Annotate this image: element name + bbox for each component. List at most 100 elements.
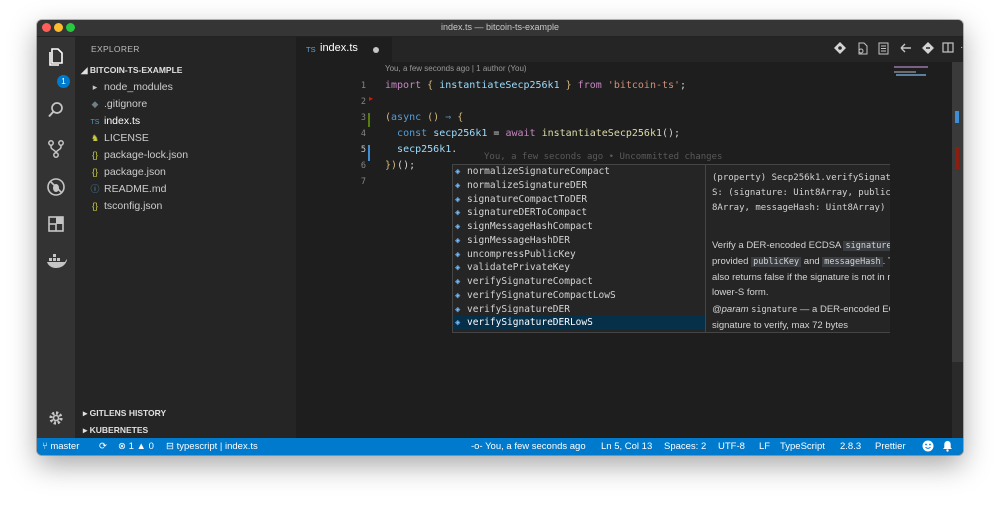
added-line-marker: [368, 113, 370, 127]
inline-blame: You, a few seconds ago • Uncommitted cha…: [484, 152, 722, 162]
status-bar: ⑂ master ⟳ ⊗ 1 ▲ 0 ⊟ typescript | index.…: [37, 438, 963, 455]
settings-icon[interactable]: [46, 409, 66, 429]
go-back-icon[interactable]: [900, 42, 912, 57]
tree-item-gitignore[interactable]: ◆.gitignore: [89, 96, 147, 113]
problems-indicator[interactable]: ⊗ 1 ▲ 0: [118, 441, 154, 452]
unsaved-dot-icon[interactable]: [373, 47, 379, 53]
editor-window: index.ts — bitcoin-ts-example 1 EXPLORER…: [37, 20, 963, 455]
debug-icon[interactable]: [46, 177, 66, 197]
suggestion-item[interactable]: ◈normalizeSignatureDER: [453, 179, 706, 193]
gitlens-history-section[interactable]: ▸ GITLENS HISTORY: [83, 408, 166, 419]
project-folder-header[interactable]: ◢ BITCOIN-TS-EXAMPLE: [81, 65, 182, 76]
language-mode[interactable]: TypeScript: [780, 441, 825, 452]
cursor-position[interactable]: Ln 5, Col 13: [601, 441, 652, 452]
property-icon: ◈: [455, 249, 467, 263]
end-of-line[interactable]: LF: [759, 441, 770, 452]
gitlens-scope[interactable]: ⊟ typescript | index.ts: [166, 441, 258, 452]
tree-item-label: LICENSE: [104, 132, 149, 144]
suggestion-item[interactable]: ◈signMessageHashCompact: [453, 220, 706, 234]
suggestion-item[interactable]: ◈verifySignatureCompactLowS: [453, 289, 706, 303]
tree-item-package-json[interactable]: {}package.json: [89, 164, 166, 181]
branch-item[interactable]: ⑂ master: [42, 441, 79, 452]
tree-item-label: node_modules: [104, 81, 173, 93]
typescript-file-icon: TS: [306, 45, 316, 54]
code-line-1[interactable]: import { instantiateSecp256k1 } from 'bi…: [385, 80, 686, 91]
tree-item-package-lock[interactable]: {}package-lock.json: [89, 147, 188, 164]
gitlens-compare-icon[interactable]: [834, 42, 846, 57]
suggestion-item[interactable]: ◈verifySignatureDER: [453, 303, 706, 317]
chevron-right-icon: ▸: [89, 79, 101, 96]
tree-item-license[interactable]: ♞LICENSE: [89, 130, 149, 147]
property-icon: ◈: [455, 235, 467, 249]
kubernetes-section[interactable]: ▸ KUBERNETES: [83, 425, 148, 436]
line-number: 5: [342, 145, 366, 155]
gitlens-blame-status[interactable]: -o- You, a few seconds ago: [471, 441, 586, 452]
line-number: 1: [342, 81, 366, 91]
suggestion-item[interactable]: ◈signatureCompactToDER: [453, 193, 706, 207]
suggestion-item[interactable]: ◈normalizeSignatureCompact: [453, 165, 706, 179]
open-preview-icon[interactable]: [878, 42, 889, 58]
minimap[interactable]: [890, 62, 954, 438]
json-file-icon: {}: [89, 198, 101, 215]
line-number: 3: [342, 113, 366, 123]
explorer-sidebar: EXPLORER ◢ BITCOIN-TS-EXAMPLE ▸node_modu…: [75, 37, 296, 438]
property-icon: ◈: [455, 221, 467, 235]
suggestion-item[interactable]: ◈uncompressPublicKey: [453, 248, 706, 262]
tree-item-label: tsconfig.json: [104, 200, 162, 212]
typescript-version[interactable]: 2.8.3: [840, 441, 861, 452]
extensions-icon[interactable]: [46, 215, 66, 235]
tree-item-index-ts[interactable]: TSindex.ts: [89, 113, 140, 130]
editor-scrollbar[interactable]: [952, 62, 963, 438]
json-file-icon: {}: [89, 147, 101, 164]
feedback-smiley-icon[interactable]: [922, 440, 934, 455]
title-bar: index.ts — bitcoin-ts-example: [37, 20, 963, 37]
tree-item-label: .gitignore: [104, 98, 147, 110]
suggestion-item[interactable]: ◈verifySignatureCompact: [453, 275, 706, 289]
tree-item-tsconfig[interactable]: {}tsconfig.json: [89, 198, 162, 215]
git-history-icon[interactable]: [922, 42, 934, 57]
property-icon: ◈: [455, 317, 467, 331]
tab-label: index.ts: [320, 42, 358, 54]
code-line-6[interactable]: })();: [385, 160, 415, 171]
typescript-file-icon: TS: [89, 114, 101, 131]
deleted-line-marker: ▸: [369, 94, 373, 103]
tab-bar: TS index.ts ···: [296, 37, 963, 62]
property-icon: ◈: [455, 207, 467, 221]
property-icon: ◈: [455, 194, 467, 208]
property-icon: ◈: [455, 276, 467, 290]
source-control-icon[interactable]: [46, 139, 66, 159]
git-file-icon: ◆: [89, 96, 101, 113]
activity-bar: 1: [37, 37, 75, 438]
suggestion-item[interactable]: ◈validatePrivateKey: [453, 261, 706, 275]
property-icon: ◈: [455, 166, 467, 180]
files-icon[interactable]: [46, 47, 66, 67]
open-changes-icon[interactable]: [856, 42, 868, 58]
property-icon: ◈: [455, 290, 467, 304]
suggestion-item-selected[interactable]: ◈verifySignatureDERLowS: [453, 316, 706, 330]
prettier-status[interactable]: Prettier: [875, 441, 906, 452]
line-number: 4: [342, 129, 366, 139]
code-line-5[interactable]: secp256k1.: [385, 144, 457, 155]
search-icon[interactable]: [46, 101, 66, 121]
tab-index-ts[interactable]: TS index.ts: [296, 37, 392, 62]
code-line-3[interactable]: (async () ⇒ {: [385, 112, 463, 123]
sync-icon[interactable]: ⟳: [99, 441, 107, 452]
indentation[interactable]: Spaces: 2: [664, 441, 706, 452]
more-actions-icon[interactable]: ···: [960, 42, 963, 53]
tree-item-label: package.json: [104, 166, 166, 178]
code-line-4[interactable]: const secp256k1 = await instantiateSecp2…: [385, 128, 680, 139]
split-editor-icon[interactable]: [942, 42, 954, 56]
explorer-badge: 1: [57, 75, 70, 88]
explorer-title: EXPLORER: [91, 44, 140, 54]
notifications-bell-icon[interactable]: [942, 440, 953, 455]
line-number: 6: [342, 161, 366, 171]
suggestion-item[interactable]: ◈signMessageHashDER: [453, 234, 706, 248]
docker-icon[interactable]: [46, 253, 66, 273]
tree-item-readme[interactable]: ⓘREADME.md: [89, 181, 166, 198]
suggestion-item[interactable]: ◈signatureDERToCompact: [453, 206, 706, 220]
gitlens-codelens[interactable]: You, a few seconds ago | 1 author (You): [385, 64, 527, 73]
encoding[interactable]: UTF-8: [718, 441, 745, 452]
tree-item-node-modules[interactable]: ▸node_modules: [89, 79, 173, 96]
commit-icon: -o-: [471, 441, 483, 452]
suggestion-list[interactable]: ◈normalizeSignatureCompact ◈normalizeSig…: [452, 164, 707, 333]
